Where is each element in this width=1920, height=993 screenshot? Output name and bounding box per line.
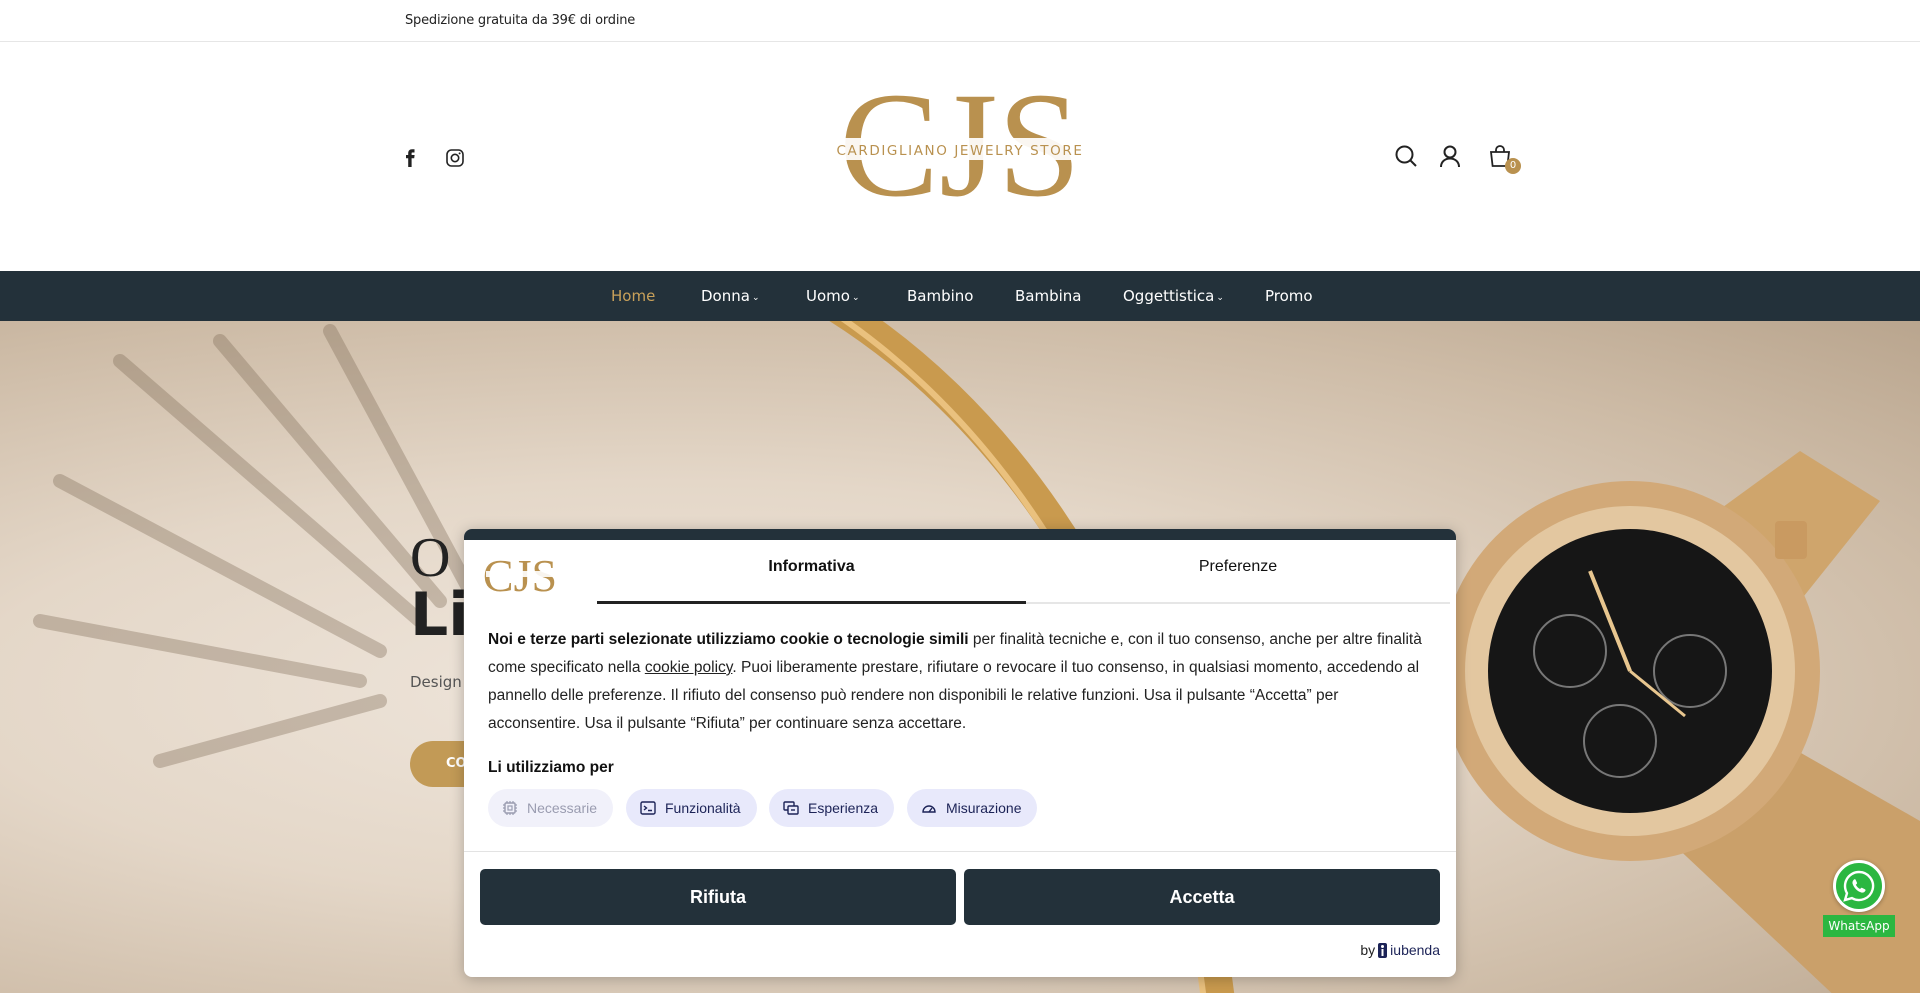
purpose-chip-funzionalita[interactable]: Funzionalità xyxy=(626,789,757,827)
chevron-down-icon: ⌄ xyxy=(1216,293,1224,303)
main-nav: Home Donna ⌄ Uomo ⌄ Bambino Bambina Oggett… xyxy=(0,271,1920,321)
whatsapp-icon xyxy=(1843,870,1875,902)
nav-uomo-label: Uomo xyxy=(806,287,850,305)
chip-label-misurazione: Misurazione xyxy=(946,800,1022,816)
iubenda-credit[interactable]: by iubenda xyxy=(1360,942,1440,958)
iubenda-brand: iubenda xyxy=(1390,942,1440,958)
nav-home[interactable]: Home xyxy=(611,271,655,321)
cookie-consent-dialog: CJS Informativa Preferenze Noi e terze p… xyxy=(464,529,1456,977)
search-icon[interactable] xyxy=(1392,142,1420,170)
purpose-chip-necessarie[interactable]: Necessarie xyxy=(488,789,614,827)
cookie-policy-link[interactable]: cookie policy xyxy=(645,659,733,676)
chevron-down-icon: ⌄ xyxy=(751,293,760,303)
nav-uomo[interactable]: Uomo ⌄ xyxy=(806,271,860,321)
chip-label-necessarie: Necessarie xyxy=(527,800,598,816)
nav-bambina-label: Bambina xyxy=(1015,287,1082,305)
by-label: by xyxy=(1360,942,1376,958)
announcement-bar: Spedizione gratuita da 39€ di ordine xyxy=(0,0,1920,42)
cart-count-badge: 0 xyxy=(1505,158,1521,174)
logo-tagline: CARDIGLIANO JEWELRY STORE xyxy=(837,143,1084,159)
gauge-icon xyxy=(922,805,936,813)
chip-icon xyxy=(503,801,517,815)
instagram-icon[interactable] xyxy=(443,146,467,170)
nav-promo-label: Promo xyxy=(1265,287,1313,305)
facebook-icon[interactable] xyxy=(398,146,422,170)
nav-donna[interactable]: Donna ⌄ xyxy=(701,271,759,321)
purpose-chip-esperienza[interactable]: Esperienza xyxy=(769,789,895,827)
chevron-down-icon: ⌄ xyxy=(851,293,860,303)
reject-button[interactable]: Rifiuta xyxy=(480,869,956,925)
store-logo[interactable]: CJS CARDIGLIANO JEWELRY STORE xyxy=(835,75,1085,230)
purpose-chip-misurazione[interactable]: Misurazione xyxy=(907,789,1038,827)
cookie-dialog-topbar xyxy=(464,529,1456,540)
cookie-divider xyxy=(464,851,1456,852)
tab-informativa[interactable]: Informativa xyxy=(597,540,1026,604)
nav-bambino[interactable]: Bambino xyxy=(907,271,973,321)
nav-promo[interactable]: Promo xyxy=(1265,271,1313,321)
cookie-dialog-logo: CJS xyxy=(484,551,556,599)
whatsapp-button[interactable] xyxy=(1833,860,1885,912)
nav-donna-label: Donna xyxy=(701,287,750,305)
free-shipping-text: Spedizione gratuita da 39€ di ordine xyxy=(405,13,636,28)
chip-label-funzionalita: Funzionalità xyxy=(665,800,741,816)
tab-preferenze[interactable]: Preferenze xyxy=(1026,540,1450,604)
nav-oggettistica[interactable]: Oggettistica ⌄ xyxy=(1123,271,1224,321)
whatsapp-label[interactable]: WhatsApp xyxy=(1823,915,1895,937)
nav-oggettistica-label: Oggettistica xyxy=(1123,287,1215,305)
terminal-icon xyxy=(640,801,656,815)
sync-icon xyxy=(783,801,799,815)
cookie-description: Noi e terze parti selezionate utilizziam… xyxy=(488,626,1428,738)
cookie-description-bold: Noi e terze parti selezionate utilizziam… xyxy=(488,631,969,648)
nav-home-label: Home xyxy=(611,287,656,305)
iubenda-icon xyxy=(1378,942,1388,958)
hero-title-line2: Li xyxy=(410,580,469,650)
nav-bambino-label: Bambino xyxy=(907,287,974,305)
cookie-usage-title: Li utilizziamo per xyxy=(488,759,614,776)
nav-bambina[interactable]: Bambina xyxy=(1015,271,1081,321)
accept-button[interactable]: Accetta xyxy=(964,869,1440,925)
chip-label-esperienza: Esperienza xyxy=(808,800,879,816)
account-icon[interactable] xyxy=(1436,142,1464,170)
